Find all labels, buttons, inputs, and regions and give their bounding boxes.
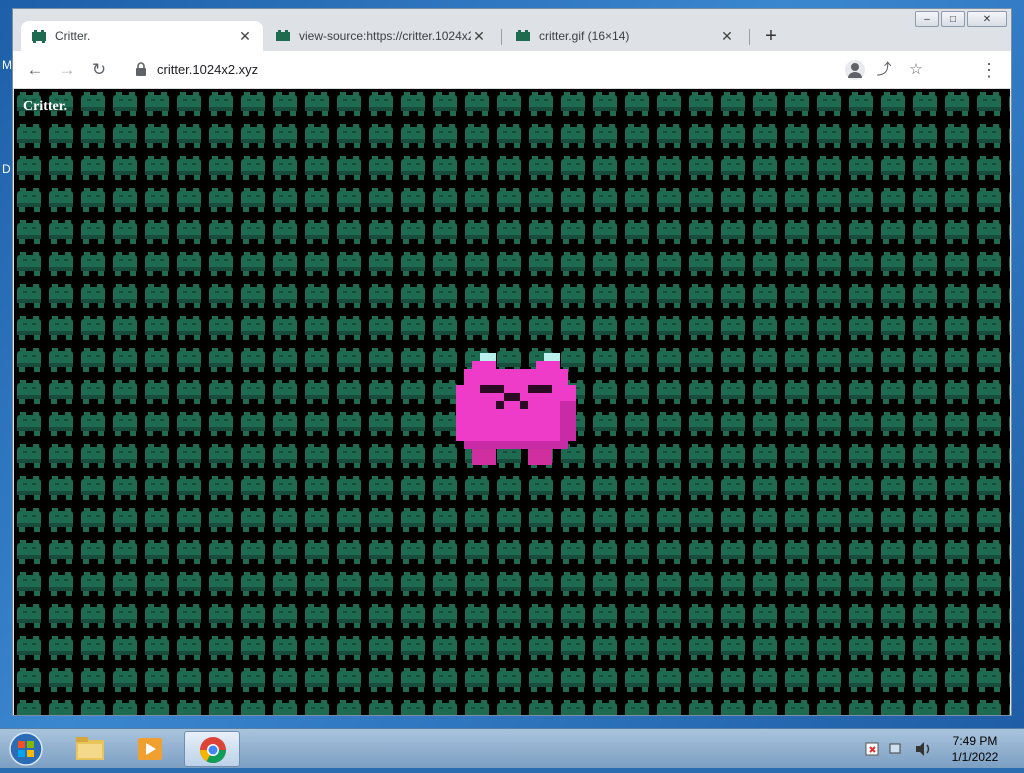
browser-window: – □ ✕ Critter. ✕ view-source:https://cri…	[12, 8, 1012, 716]
clock[interactable]: 7:49 PM 1/1/2022	[940, 733, 1010, 765]
tab-critter-gif[interactable]: critter.gif (16×14) ✕	[505, 21, 745, 51]
critter-favicon-icon	[516, 30, 530, 41]
share-icon[interactable]: ⤴	[875, 61, 893, 79]
close-tab-icon[interactable]: ✕	[237, 28, 253, 45]
desktop-icon-label[interactable]: D	[2, 162, 11, 176]
back-arrow-icon[interactable]: ←	[25, 60, 45, 80]
bookmark-star-icon[interactable]: ☆	[907, 61, 925, 79]
reload-icon[interactable]: ↻	[89, 60, 109, 80]
file-explorer-taskbar-icon[interactable]	[62, 731, 118, 767]
browser-toolbar: ← → ↻ critter.1024x2.xyz ⤴ ☆ ⋮	[13, 51, 1011, 89]
close-tab-icon[interactable]: ✕	[471, 28, 487, 45]
start-button-icon[interactable]	[4, 730, 48, 768]
clock-time: 7:49 PM	[952, 734, 998, 748]
tab-title: Critter.	[55, 29, 91, 43]
media-player-taskbar-icon[interactable]	[122, 731, 178, 767]
tab-view-source[interactable]: view-source:https://critter.1024x2.xyz ✕	[265, 21, 497, 51]
tab-separator	[501, 29, 502, 45]
tab-title: view-source:https://critter.1024x2.xyz	[299, 29, 471, 43]
menu-kebab-icon[interactable]: ⋮	[979, 60, 999, 80]
clock-date: 1/1/2022	[951, 750, 999, 764]
lock-icon[interactable]	[135, 62, 147, 76]
page-content: Critter.	[14, 89, 1010, 715]
tab-title: critter.gif (16×14)	[539, 29, 630, 43]
close-tab-icon[interactable]: ✕	[719, 28, 735, 45]
tab-strip: Critter. ✕ view-source:https://critter.1…	[21, 21, 1001, 51]
system-tray	[862, 739, 936, 759]
tab-critter[interactable]: Critter. ✕	[21, 21, 263, 51]
tab-separator	[749, 29, 750, 45]
new-tab-button[interactable]: +	[761, 26, 781, 47]
address-bar[interactable]: critter.1024x2.xyz ⤴ ☆	[125, 56, 1001, 84]
taskbar: 7:49 PM 1/1/2022	[0, 728, 1024, 768]
chrome-taskbar-icon[interactable]	[184, 731, 240, 767]
pink-critter-sprite	[456, 353, 576, 465]
page-title: Critter.	[23, 99, 68, 114]
desktop-icon-label[interactable]: M	[2, 58, 12, 72]
critter-favicon-icon	[276, 30, 290, 41]
critter-favicon-icon	[32, 30, 46, 43]
url-text[interactable]: critter.1024x2.xyz	[157, 62, 258, 77]
forward-arrow-icon[interactable]: →	[57, 60, 77, 80]
profile-avatar-icon[interactable]	[845, 60, 865, 80]
